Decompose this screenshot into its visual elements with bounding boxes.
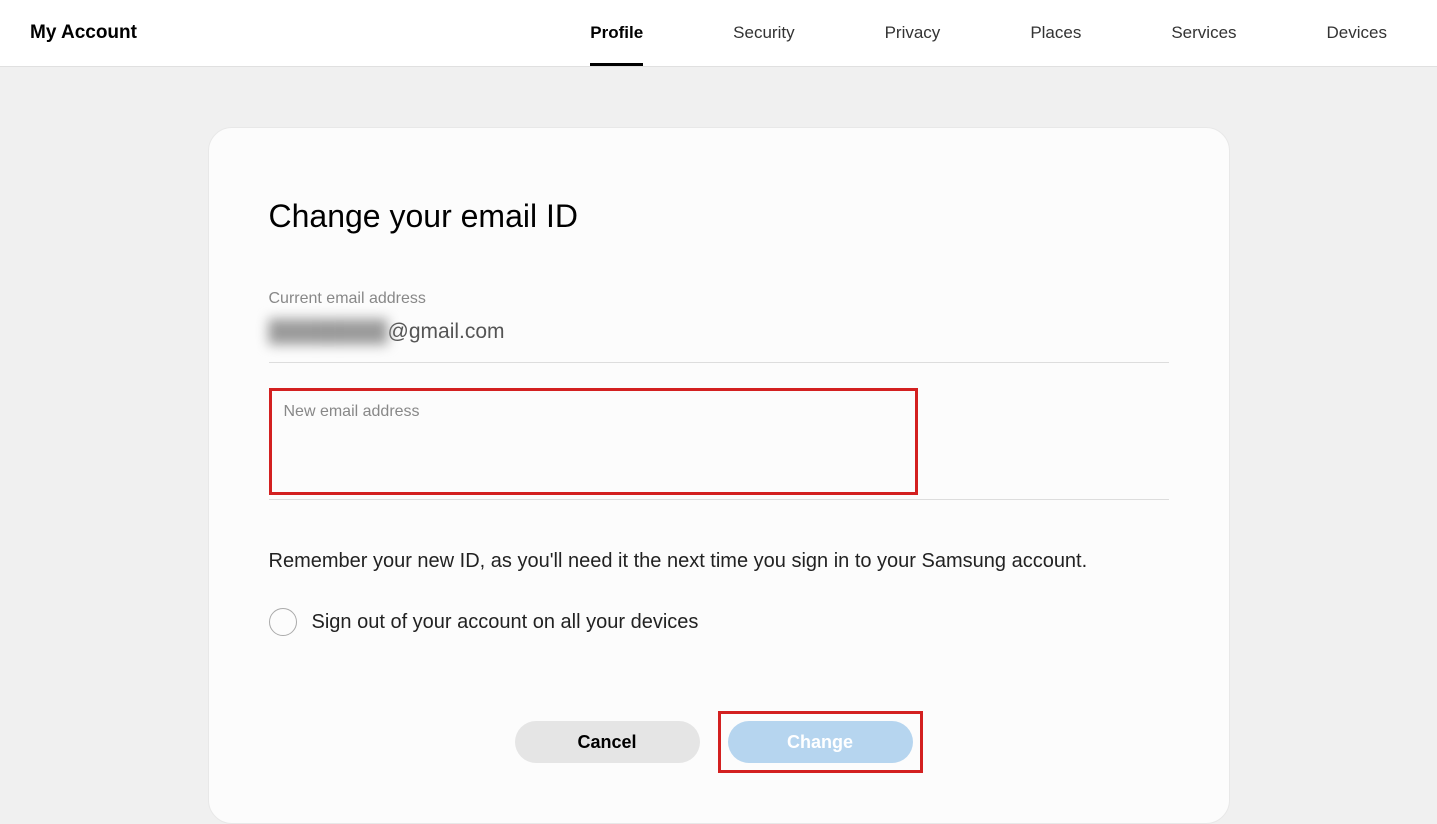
change-button-highlight: Change [718,711,923,773]
nav-tab-services[interactable]: Services [1171,0,1236,66]
reminder-text: Remember your new ID, as you'll need it … [269,550,1169,573]
change-button[interactable]: Change [728,721,913,763]
nav-tab-security[interactable]: Security [733,0,794,66]
new-email-label: New email address [284,403,903,421]
change-email-card: Change your email ID Current email addre… [208,127,1230,824]
current-email-label: Current email address [269,290,1169,308]
signout-checkbox-row: Sign out of your account on all your dev… [269,608,1169,636]
button-row: Cancel Change [269,711,1169,773]
current-email-field: Current email address ████████@gmail.com [269,290,1169,363]
current-email-value: ████████@gmail.com [269,320,1169,363]
card-title: Change your email ID [269,198,1169,235]
content-area: Change your email ID Current email addre… [0,67,1437,824]
signout-checkbox[interactable] [269,608,297,636]
header: My Account Profile Security Privacy Plac… [0,0,1437,67]
input-underline [269,499,1169,500]
nav-tab-devices[interactable]: Devices [1327,0,1387,66]
cancel-button[interactable]: Cancel [515,721,700,763]
nav-tab-privacy[interactable]: Privacy [885,0,941,66]
current-email-visible: @gmail.com [388,320,505,343]
new-email-wrapper: New email address [269,388,1169,500]
new-email-input[interactable] [284,431,903,452]
page-title: My Account [30,22,137,44]
current-email-hidden: ████████ [269,320,388,344]
signout-checkbox-label: Sign out of your account on all your dev… [312,611,699,634]
top-nav: Profile Security Privacy Places Services… [590,0,1407,66]
new-email-highlight: New email address [269,388,918,495]
nav-tab-places[interactable]: Places [1030,0,1081,66]
nav-tab-profile[interactable]: Profile [590,0,643,66]
